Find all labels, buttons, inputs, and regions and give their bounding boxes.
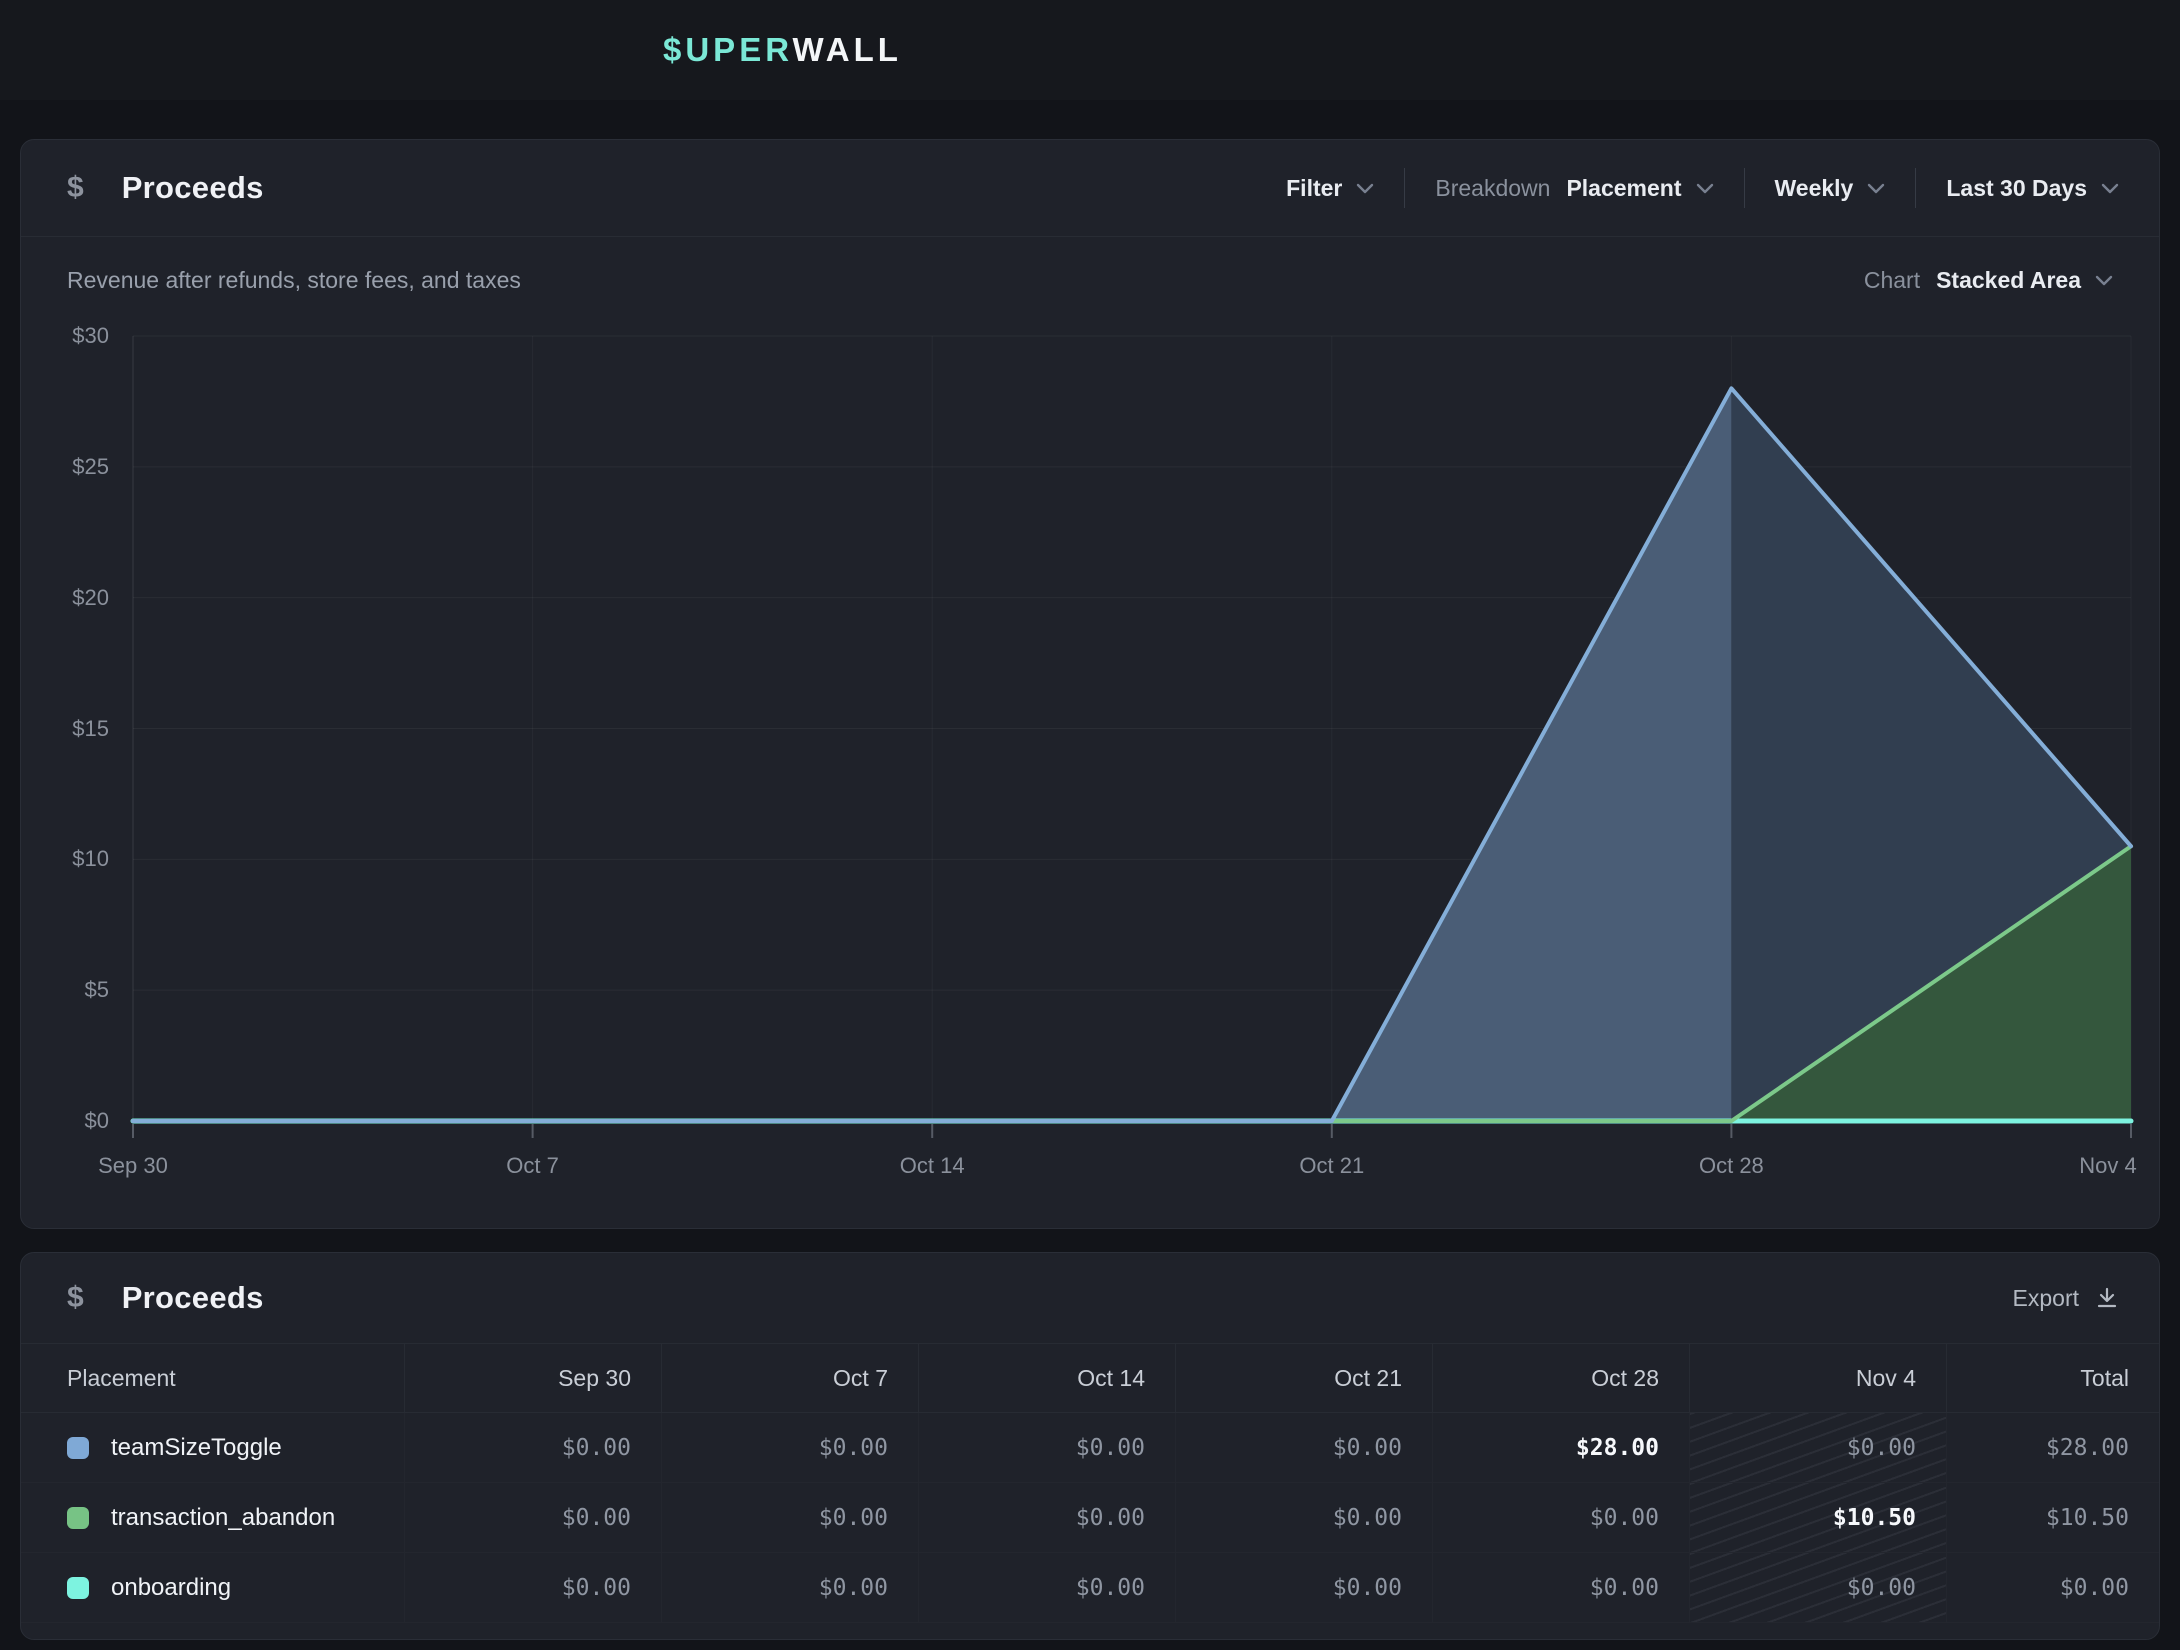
y-axis-label: $20 <box>21 587 109 609</box>
chevron-down-icon <box>1356 183 1374 194</box>
column-header: Total <box>1946 1344 2159 1412</box>
y-axis-label: $25 <box>21 456 109 478</box>
chevron-down-icon <box>1867 183 1885 194</box>
value-cell: $0.00 <box>918 1553 1175 1622</box>
placement-name: teamSizeToggle <box>111 1434 282 1462</box>
chevron-down-icon <box>1696 183 1714 194</box>
column-header: Oct 28 <box>1432 1344 1689 1412</box>
line-teamSizeToggle <box>133 388 2131 1121</box>
chart-card-header: $ Proceeds Filter Breakdown Placement We… <box>21 140 2159 237</box>
logo-prefix: $UPER <box>663 31 792 68</box>
value-cell: $0.00 <box>1689 1413 1946 1482</box>
value-cell: $0.00 <box>404 1553 661 1622</box>
value-cell: $0.00 <box>1946 1553 2159 1622</box>
value-cell: $0.00 <box>1432 1483 1689 1552</box>
chart-type-label: Chart <box>1864 267 1920 294</box>
column-header: Oct 7 <box>661 1344 918 1412</box>
column-header: Nov 4 <box>1689 1344 1946 1412</box>
value-cell: $0.00 <box>1175 1553 1432 1622</box>
table-row[interactable]: transaction_abandon$0.00$0.00$0.00$0.00$… <box>21 1483 2159 1553</box>
logo-suffix: WALL <box>792 31 901 68</box>
legend-swatch-icon <box>67 1507 89 1529</box>
chart-type-dropdown[interactable]: Chart Stacked Area <box>1864 267 2113 294</box>
range-value: Last 30 Days <box>1946 175 2087 202</box>
value-cell: $0.00 <box>661 1553 918 1622</box>
value-cell: $10.50 <box>1946 1483 2159 1552</box>
chart-controls: Filter Breakdown Placement Weekly Last 3… <box>1256 168 2119 208</box>
value-cell: $28.00 <box>1432 1413 1689 1482</box>
value-cell: $0.00 <box>661 1483 918 1552</box>
table-header-row: PlacementSep 30Oct 7Oct 14Oct 21Oct 28No… <box>21 1343 2159 1413</box>
column-header: Placement <box>21 1344 404 1412</box>
x-axis-label: Oct 7 <box>506 1153 559 1179</box>
value-cell: $0.00 <box>1432 1553 1689 1622</box>
placement-cell: onboarding <box>21 1553 404 1622</box>
value-cell: $10.50 <box>1689 1483 1946 1552</box>
interval-dropdown[interactable]: Weekly <box>1745 175 1916 202</box>
area-teamSizeToggle <box>1332 388 1732 1121</box>
export-label: Export <box>2013 1285 2079 1312</box>
y-axis-label: $15 <box>21 718 109 740</box>
placement-name: transaction_abandon <box>111 1504 335 1532</box>
table-card-header: $ Proceeds Export <box>21 1253 2159 1343</box>
y-axis-label: $30 <box>21 325 109 347</box>
download-icon <box>2095 1286 2119 1310</box>
chart-type-value: Stacked Area <box>1936 267 2081 294</box>
x-axis-label: Nov 4 <box>2079 1153 2136 1179</box>
line-transaction_abandon <box>133 846 2131 1121</box>
y-axis-label: $10 <box>21 848 109 870</box>
export-button[interactable]: Export <box>2013 1285 2119 1312</box>
area-teamSizeToggle <box>1731 388 2131 1121</box>
table-body: teamSizeToggle$0.00$0.00$0.00$0.00$28.00… <box>21 1413 2159 1623</box>
value-cell: $28.00 <box>1946 1413 2159 1482</box>
top-bar: $UPERWALL <box>0 0 2180 100</box>
filter-dropdown[interactable]: Filter <box>1256 175 1404 202</box>
superwall-logo: $UPERWALL <box>663 31 902 69</box>
value-cell: $0.00 <box>404 1483 661 1552</box>
x-axis-label: Oct 28 <box>1699 1153 1764 1179</box>
value-cell: $0.00 <box>1689 1553 1946 1622</box>
value-cell: $0.00 <box>661 1413 918 1482</box>
table-row[interactable]: teamSizeToggle$0.00$0.00$0.00$0.00$28.00… <box>21 1413 2159 1483</box>
value-cell: $0.00 <box>918 1413 1175 1482</box>
proceeds-table-card: $ Proceeds Export PlacementSep 30Oct 7Oc… <box>20 1252 2160 1640</box>
value-cell: $0.00 <box>918 1483 1175 1552</box>
legend-swatch-icon <box>67 1437 89 1459</box>
proceeds-chart-card: $ Proceeds Filter Breakdown Placement We… <box>20 139 2160 1229</box>
y-axis-label: $5 <box>21 979 109 1001</box>
column-header: Oct 14 <box>918 1344 1175 1412</box>
placement-cell: teamSizeToggle <box>21 1413 404 1482</box>
x-axis-label: Oct 21 <box>1299 1153 1364 1179</box>
column-header: Oct 21 <box>1175 1344 1432 1412</box>
placement-name: onboarding <box>111 1574 231 1602</box>
table-card-title: Proceeds <box>122 1280 264 1316</box>
y-axis-label: $0 <box>21 1110 109 1132</box>
date-range-dropdown[interactable]: Last 30 Days <box>1916 175 2119 202</box>
chart-subheader: Revenue after refunds, store fees, and t… <box>21 267 2159 294</box>
stacked-area-chart: $0 $5 $10 $15 $20 $25 $30 Sep 30 Oct 7 Oct 14 Oct… <box>21 140 2160 1229</box>
value-cell: $0.00 <box>1175 1483 1432 1552</box>
placement-cell: transaction_abandon <box>21 1483 404 1552</box>
breakdown-dropdown[interactable]: Breakdown Placement <box>1405 175 1743 202</box>
chart-card-title: Proceeds <box>122 170 264 206</box>
chart-canvas <box>21 140 2160 1229</box>
column-header: Sep 30 <box>404 1344 661 1412</box>
area-transaction_abandon <box>1731 846 2131 1121</box>
table-row[interactable]: onboarding$0.00$0.00$0.00$0.00$0.00$0.00… <box>21 1553 2159 1623</box>
breakdown-label: Breakdown <box>1435 175 1550 202</box>
interval-value: Weekly <box>1775 175 1854 202</box>
dollar-icon: $ <box>67 171 84 205</box>
value-cell: $0.00 <box>1175 1413 1432 1482</box>
filter-label: Filter <box>1286 175 1342 202</box>
value-cell: $0.00 <box>404 1413 661 1482</box>
chevron-down-icon <box>2101 183 2119 194</box>
legend-swatch-icon <box>67 1577 89 1599</box>
breakdown-value: Placement <box>1566 175 1681 202</box>
chevron-down-icon <box>2095 275 2113 286</box>
x-axis-label: Sep 30 <box>98 1153 168 1179</box>
dollar-icon: $ <box>67 1281 84 1315</box>
chart-subtitle: Revenue after refunds, store fees, and t… <box>67 267 521 294</box>
x-axis-label: Oct 14 <box>900 1153 965 1179</box>
